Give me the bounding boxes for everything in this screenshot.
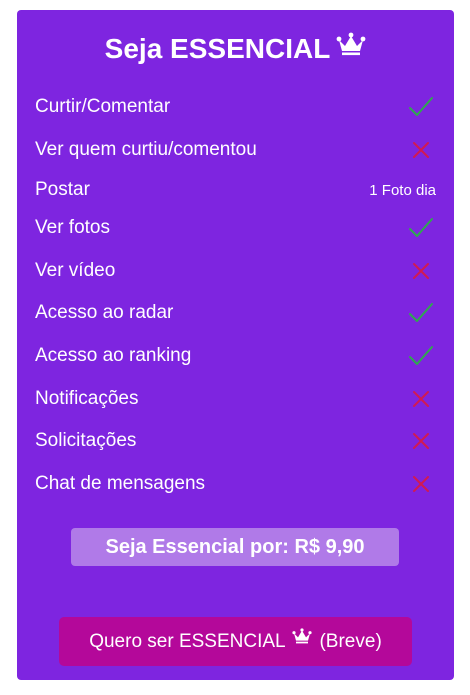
feature-label: Notificações xyxy=(35,388,139,409)
feature-label: Ver fotos xyxy=(35,217,110,238)
feature-row: Acesso ao radar xyxy=(17,298,454,328)
feature-row: Solicitações xyxy=(17,426,454,456)
cross-icon xyxy=(406,258,436,284)
feature-label: Chat de mensagens xyxy=(35,473,206,494)
price-badge: Seja Essencial por: R$ 9,90 xyxy=(71,528,399,566)
feature-row: Postar 1 Foto dia xyxy=(17,175,454,205)
feature-label: Acesso ao radar xyxy=(35,302,174,323)
plan-title-text: Seja ESSENCIAL xyxy=(104,33,331,64)
cross-icon xyxy=(406,137,436,163)
crown-icon xyxy=(292,614,312,663)
check-icon xyxy=(406,343,436,369)
cta-label-after: (Breve) xyxy=(319,631,382,652)
check-icon xyxy=(406,300,436,326)
feature-row: Ver vídeo xyxy=(17,256,454,286)
feature-label: Acesso ao ranking xyxy=(35,345,192,366)
plan-card: Seja ESSENCIAL Curtir/Comentar Ver quem c… xyxy=(17,10,454,680)
plan-title: Seja ESSENCIAL xyxy=(17,32,454,68)
check-icon xyxy=(406,215,436,241)
feature-label: Curtir/Comentar xyxy=(35,96,171,117)
crown-icon xyxy=(336,30,366,64)
cross-icon xyxy=(406,471,436,497)
feature-row: Ver quem curtiu/comentou xyxy=(17,135,454,165)
cross-icon xyxy=(406,428,436,454)
feature-row: Curtir/Comentar xyxy=(17,92,454,122)
feature-label: Ver vídeo xyxy=(35,260,116,281)
feature-label: Postar xyxy=(35,179,90,200)
check-icon xyxy=(406,94,436,120)
feature-label: Ver quem curtiu/comentou xyxy=(35,139,257,160)
feature-row: Acesso ao ranking xyxy=(17,341,454,371)
feature-row: Notificações xyxy=(17,384,454,414)
feature-row: Ver fotos xyxy=(17,213,454,243)
feature-row: Chat de mensagens xyxy=(17,469,454,499)
cta-button[interactable]: Quero ser ESSENCIAL (Breve) xyxy=(59,617,412,666)
cta-label-before: Quero ser ESSENCIAL xyxy=(89,631,285,652)
feature-label: Solicitações xyxy=(35,430,137,451)
feature-status-text: 1 Foto dia xyxy=(369,182,436,199)
cross-icon xyxy=(406,386,436,412)
